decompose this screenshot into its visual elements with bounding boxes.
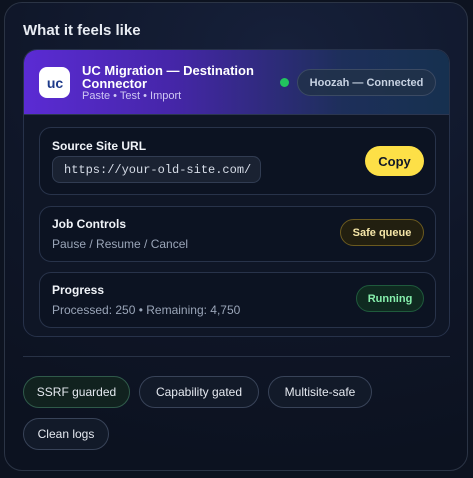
- source-url-field[interactable]: https://your-old-site.com/: [52, 156, 261, 183]
- app-subtitle: Paste • Test • Import: [82, 90, 182, 102]
- progress-label: Progress: [52, 283, 105, 297]
- safe-queue-badge: Safe queue: [340, 219, 424, 246]
- job-controls-row: Job Controls Pause / Resume / Cancel Saf…: [39, 206, 436, 262]
- chip-capability-gated: Capability gated: [139, 376, 259, 408]
- app-title: UC Migration — Destination Connector: [82, 63, 254, 91]
- connection-status-pill: Hoozah — Connected: [297, 69, 436, 96]
- section-title: What it feels like: [23, 22, 141, 39]
- job-controls-actions: Pause / Resume / Cancel: [52, 237, 189, 251]
- source-url-label: Source Site URL: [52, 139, 147, 153]
- connector-card: uc UC Migration — Destination Connector …: [23, 49, 450, 337]
- connection-status-dot: [280, 78, 289, 87]
- section-divider: [23, 356, 450, 357]
- progress-row: Progress Processed: 250 • Remaining: 4,7…: [39, 272, 436, 328]
- feature-panel: What it feels like uc UC Migration — Des…: [4, 2, 468, 471]
- chip-multisite-safe: Multisite-safe: [268, 376, 372, 408]
- copy-button[interactable]: Copy: [365, 146, 424, 176]
- uc-logo-icon: uc: [39, 67, 70, 98]
- progress-stats: Processed: 250 • Remaining: 4,750: [52, 303, 241, 317]
- connector-header: uc UC Migration — Destination Connector …: [24, 50, 449, 115]
- uc-logo-text: uc: [46, 75, 63, 91]
- chip-ssrf-guarded: SSRF guarded: [23, 376, 130, 408]
- chip-clean-logs: Clean logs: [23, 418, 109, 450]
- source-url-row: Source Site URL https://your-old-site.co…: [39, 127, 436, 195]
- running-status-badge: Running: [356, 285, 424, 312]
- job-controls-label: Job Controls: [52, 217, 126, 231]
